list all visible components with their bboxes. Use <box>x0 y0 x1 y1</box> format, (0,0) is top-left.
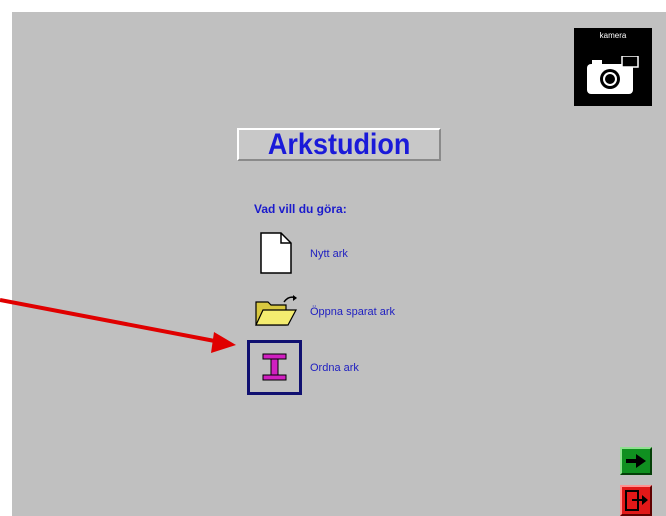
exit-button[interactable] <box>620 485 652 516</box>
open-folder-icon <box>255 295 297 326</box>
next-button[interactable] <box>620 447 652 475</box>
application-window: kamera Arkstudion Vad vill du göra: Nytt… <box>12 12 666 516</box>
order-sheets-label[interactable]: Ordna ark <box>310 362 359 374</box>
open-sheet-label[interactable]: Öppna sparat ark <box>310 306 395 318</box>
blank-document-icon <box>260 232 292 274</box>
order-sheets-button[interactable] <box>247 340 302 395</box>
prompt-question: Vad vill du göra: <box>254 202 347 216</box>
i-beam-icon <box>262 353 287 381</box>
camera-button[interactable]: kamera <box>574 28 652 106</box>
open-sheet-button[interactable] <box>254 294 298 333</box>
exit-door-icon <box>625 490 648 511</box>
new-sheet-label[interactable]: Nytt ark <box>310 248 348 260</box>
app-title-box: Arkstudion <box>237 128 441 161</box>
camera-label: kamera <box>599 31 627 40</box>
right-arrow-icon <box>626 454 646 468</box>
camera-icon <box>587 56 639 94</box>
new-sheet-button[interactable] <box>260 232 292 279</box>
app-title: Arkstudion <box>267 128 411 161</box>
